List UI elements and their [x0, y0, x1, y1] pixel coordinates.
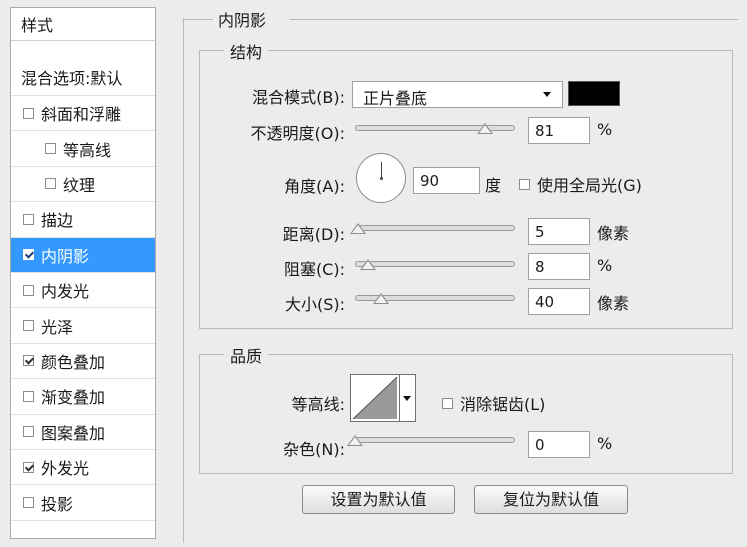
- antialias-option[interactable]: 消除锯齿(L): [442, 391, 545, 415]
- shadow-color-swatch[interactable]: [568, 81, 620, 106]
- size-label: 大小(S):: [284, 295, 345, 314]
- contour-label: 等高线:: [291, 395, 345, 414]
- antialias-label: 消除锯齿(L): [460, 395, 546, 414]
- blending-options-label: 混合选项:默认: [21, 69, 123, 88]
- structure-legend: 结构: [224, 39, 269, 63]
- noise-unit: %: [597, 434, 613, 453]
- style-item-checkbox[interactable]: [23, 284, 34, 296]
- style-item[interactable]: 纹理: [11, 167, 155, 203]
- styles-list-panel: 样式 混合选项:默认 斜面和浮雕等高线纹理描边内阴影内发光光泽颜色叠加渐变叠加图…: [10, 7, 156, 539]
- angle-dial[interactable]: [356, 153, 406, 203]
- style-item-label: 描边: [41, 211, 74, 231]
- style-item-label: 图案叠加: [41, 423, 106, 443]
- style-item-checkbox[interactable]: [23, 249, 34, 261]
- choke-slider-thumb[interactable]: [359, 259, 376, 270]
- style-item-checkbox[interactable]: [23, 390, 34, 402]
- opacity-label: 不透明度(O):: [250, 124, 345, 143]
- style-item-checkbox[interactable]: [45, 178, 56, 190]
- distance-slider-track[interactable]: [355, 225, 515, 231]
- style-item-label: 颜色叠加: [41, 352, 106, 372]
- style-item-label: 斜面和浮雕: [41, 105, 122, 125]
- choke-label: 阻塞(C):: [283, 260, 345, 279]
- size-unit: 像素: [597, 294, 630, 313]
- style-item-checkbox[interactable]: [23, 426, 34, 438]
- style-item[interactable]: 渐变叠加: [11, 379, 155, 415]
- contour-curve-icon: [352, 376, 398, 420]
- global-light-option[interactable]: 使用全局光(G): [519, 172, 642, 196]
- size-input[interactable]: 40: [528, 288, 590, 315]
- style-item-checkbox[interactable]: [23, 320, 34, 332]
- chevron-down-icon: [403, 396, 411, 401]
- style-item-checkbox[interactable]: [23, 461, 34, 473]
- style-item[interactable]: 图案叠加: [11, 415, 155, 450]
- style-item[interactable]: 斜面和浮雕: [11, 96, 155, 132]
- styles-header[interactable]: 样式: [11, 8, 155, 41]
- distance-input[interactable]: 5: [528, 218, 590, 245]
- angle-dial-center: [380, 177, 383, 180]
- noise-input[interactable]: 0: [528, 431, 590, 458]
- distance-label: 距离(D):: [282, 225, 345, 244]
- reset-default-button[interactable]: 复位为默认值: [474, 485, 628, 514]
- style-item-label: 渐变叠加: [41, 388, 106, 408]
- choke-slider-track[interactable]: [355, 261, 515, 267]
- opacity-slider-thumb[interactable]: [476, 123, 493, 134]
- style-item-checkbox[interactable]: [45, 143, 56, 155]
- quality-legend: 品质: [224, 343, 269, 367]
- style-item[interactable]: 投影: [11, 485, 155, 521]
- noise-slider-thumb[interactable]: [347, 435, 363, 446]
- angle-input[interactable]: 90: [413, 167, 480, 194]
- style-item-checkbox[interactable]: [23, 107, 34, 119]
- blend-mode-label: 混合模式(B):: [252, 88, 345, 107]
- blend-mode-value: 正片叠底: [363, 89, 428, 108]
- global-light-label: 使用全局光(G): [537, 176, 642, 195]
- style-item-label: 外发光: [41, 459, 90, 479]
- distance-slider-thumb[interactable]: [350, 223, 367, 234]
- style-item[interactable]: 颜色叠加: [11, 344, 155, 380]
- distance-unit: 像素: [597, 224, 630, 243]
- size-slider-thumb[interactable]: [372, 293, 389, 304]
- make-default-button[interactable]: 设置为默认值: [302, 485, 455, 514]
- style-item-label: 纹理: [63, 175, 96, 195]
- angle-label: 角度(A):: [284, 177, 345, 196]
- noise-slider-track[interactable]: [355, 437, 515, 443]
- style-item-label: 等高线: [63, 140, 112, 160]
- chevron-down-icon: [543, 92, 551, 97]
- opacity-input[interactable]: 81: [528, 117, 590, 144]
- angle-unit: 度: [485, 176, 502, 195]
- style-item-label: 投影: [41, 494, 74, 514]
- style-item-label: 光泽: [41, 317, 74, 337]
- title-rule-left: [184, 19, 213, 20]
- style-item-label: 内发光: [41, 282, 90, 302]
- style-item-checkbox[interactable]: [23, 213, 34, 225]
- style-item[interactable]: 描边: [11, 202, 155, 238]
- styles-header-label: 样式: [21, 16, 54, 35]
- contour-dropdown-button[interactable]: [400, 374, 416, 422]
- style-item[interactable]: 外发光: [11, 450, 155, 486]
- opacity-unit: %: [597, 120, 613, 139]
- style-item[interactable]: 等高线: [11, 131, 155, 167]
- blend-mode-select[interactable]: 正片叠底: [352, 81, 563, 108]
- contour-preview[interactable]: [350, 374, 400, 422]
- style-item[interactable]: 光泽: [11, 308, 155, 344]
- panel-divider: [183, 18, 184, 543]
- choke-unit: %: [597, 256, 613, 275]
- style-item[interactable]: 内发光: [11, 273, 155, 309]
- noise-label: 杂色(N):: [283, 440, 345, 459]
- antialias-checkbox[interactable]: [442, 397, 453, 409]
- style-item[interactable]: 内阴影: [11, 237, 155, 273]
- blending-options-item[interactable]: 混合选项:默认: [11, 59, 155, 96]
- title-rule-right: [290, 19, 738, 20]
- global-light-checkbox[interactable]: [519, 178, 530, 190]
- style-item-label: 内阴影: [41, 246, 90, 266]
- choke-input[interactable]: 8: [528, 253, 590, 280]
- style-item-checkbox[interactable]: [23, 497, 34, 509]
- section-title-inner-shadow: 内阴影: [214, 7, 271, 31]
- style-item-checkbox[interactable]: [23, 355, 34, 367]
